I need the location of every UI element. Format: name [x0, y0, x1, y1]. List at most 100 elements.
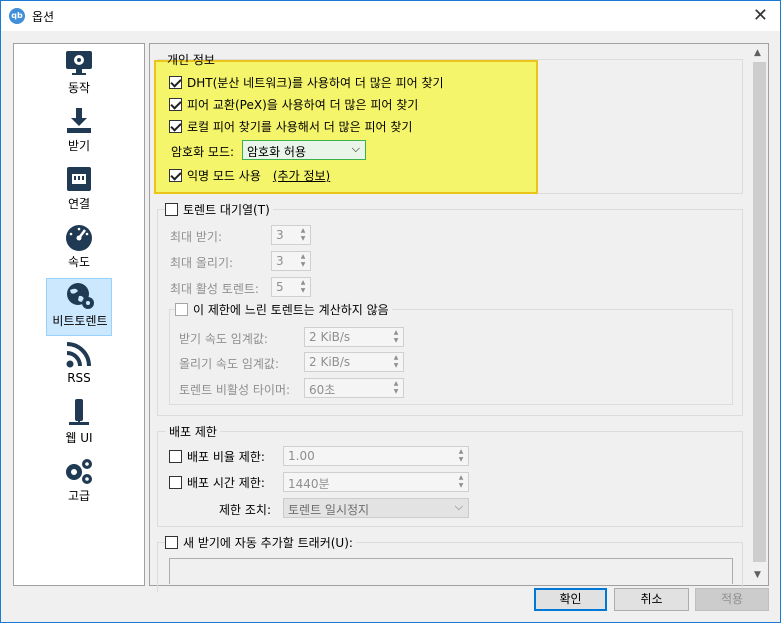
- sidebar-item-label: 속도: [67, 255, 91, 269]
- checkbox-box[interactable]: [169, 169, 182, 182]
- spin-arrows-icon[interactable]: ▲ ▼: [456, 474, 466, 490]
- trackers-textarea[interactable]: [169, 558, 733, 584]
- sidebar-item-downloads[interactable]: 받기: [46, 104, 112, 162]
- network-port-icon: [67, 167, 91, 191]
- limit-action-select[interactable]: 토렌트 일시정지 ⌵: [283, 498, 469, 518]
- seeding-limits-title: 배포 제한: [166, 423, 220, 440]
- dht-label: DHT(분산 네트워크)를 사용하여 더 많은 피어 찾기: [187, 76, 444, 90]
- auto-trackers-label: 새 받기에 자동 추가할 트래커(U):: [183, 536, 353, 550]
- sidebar-item-label: 웹 UI: [65, 431, 93, 445]
- encryption-mode-value: 암호화 허용: [247, 145, 307, 159]
- sidebar-item-speed[interactable]: 속도: [46, 220, 112, 278]
- rss-icon: [66, 342, 91, 368]
- download-threshold-label: 받기 속도 임계값:: [179, 332, 268, 346]
- checkbox-box[interactable]: [169, 120, 182, 133]
- pex-label: 피어 교환(PeX)을 사용하여 더 많은 피어 찾기: [187, 98, 419, 112]
- ratio-limit-value: 1.00: [288, 449, 315, 463]
- time-limit-label: 배포 시간 제한:: [187, 476, 265, 490]
- checkbox-box[interactable]: [165, 203, 178, 216]
- max-uploads-spinbox[interactable]: 3 ▲ ▼: [271, 251, 311, 271]
- checkbox-box[interactable]: [175, 303, 188, 316]
- sidebar-item-connection[interactable]: 연결: [46, 162, 112, 220]
- monitor-gear-icon: [66, 51, 92, 75]
- sidebar-item-bittorrent[interactable]: 비트토렌트: [46, 278, 112, 336]
- options-window: qb 옵션 ✕ 동작 받기 연결 속도 비트토렌트 RSS 웹 UI 고급 ▲ …: [0, 0, 781, 623]
- chevron-down-icon: ⌵: [351, 142, 360, 155]
- checkbox-box[interactable]: [165, 536, 178, 549]
- ratio-limit-checkbox[interactable]: 배포 비율 제한:: [169, 448, 265, 465]
- speedometer-icon: [66, 225, 92, 251]
- encryption-mode-label: 암호화 모드:: [171, 145, 235, 159]
- web-ui-icon: [69, 399, 89, 425]
- sidebar-item-label: RSS: [67, 371, 91, 385]
- spin-arrows-icon[interactable]: ▲ ▼: [391, 329, 401, 345]
- title-bar: qb 옵션 ✕: [1, 1, 780, 31]
- lsd-checkbox[interactable]: 로컬 피어 찾기를 사용해서 더 많은 피어 찾기: [169, 118, 412, 135]
- dht-checkbox[interactable]: DHT(분산 네트워크)를 사용하여 더 많은 피어 찾기: [169, 74, 444, 91]
- ratio-limit-spinbox[interactable]: 1.00 ▲ ▼: [283, 446, 469, 466]
- auto-trackers-checkbox[interactable]: 새 받기에 자동 추가할 트래커(U):: [165, 534, 356, 551]
- spin-arrows-icon[interactable]: ▲ ▼: [298, 279, 308, 295]
- ok-button[interactable]: 확인: [534, 588, 607, 611]
- max-uploads-value: 3: [276, 254, 284, 268]
- sidebar-item-label: 받기: [67, 139, 91, 153]
- window-title: 옵션: [32, 10, 55, 24]
- more-info-link[interactable]: (추가 정보): [273, 167, 330, 184]
- pex-checkbox[interactable]: 피어 교환(PeX)을 사용하여 더 많은 피어 찾기: [169, 96, 418, 113]
- sidebar-item-label: 고급: [67, 489, 91, 503]
- chevron-down-icon[interactable]: ▼: [754, 570, 761, 580]
- download-icon: [67, 108, 91, 133]
- upload-threshold-label: 올리기 속도 임계값:: [179, 357, 279, 371]
- limit-action-label: 제한 조치:: [219, 503, 272, 517]
- sidebar-item-web-ui[interactable]: 웹 UI: [46, 396, 112, 454]
- checkbox-box[interactable]: [169, 76, 182, 89]
- vertical-scrollbar[interactable]: ▲ ▼: [751, 44, 768, 585]
- max-downloads-value: 3: [276, 228, 284, 242]
- max-uploads-label: 최대 올리기:: [170, 256, 234, 270]
- time-limit-spinbox[interactable]: 1440분 ▲ ▼: [283, 472, 469, 492]
- download-threshold-spinbox[interactable]: 2 KiB/s ▲ ▼: [304, 327, 404, 347]
- slow-torrents-checkbox[interactable]: 이 제한에 느린 토렌트는 계산하지 않음: [175, 301, 392, 318]
- anonymous-mode-label: 익명 모드 사용: [187, 169, 261, 183]
- app-icon: qb: [9, 8, 25, 24]
- apply-button[interactable]: 적용: [695, 588, 769, 611]
- checkbox-box[interactable]: [169, 476, 182, 489]
- sidebar-item-behavior[interactable]: 동작: [46, 46, 112, 104]
- sidebar-item-advanced[interactable]: 고급: [46, 454, 112, 512]
- spin-arrows-icon[interactable]: ▲ ▼: [391, 380, 401, 396]
- upload-threshold-spinbox[interactable]: 2 KiB/s ▲ ▼: [304, 352, 404, 372]
- ratio-limit-label: 배포 비율 제한:: [187, 450, 265, 464]
- cancel-button[interactable]: 취소: [614, 588, 689, 611]
- sidebar-item-rss[interactable]: RSS: [46, 338, 112, 396]
- globe-gear-icon: [67, 283, 94, 309]
- spin-arrows-icon[interactable]: ▲ ▼: [298, 253, 308, 269]
- close-icon[interactable]: ✕: [753, 5, 768, 26]
- encryption-mode-select[interactable]: 암호화 허용 ⌵: [242, 140, 366, 160]
- sidebar-item-label: 연결: [67, 197, 91, 211]
- time-limit-checkbox[interactable]: 배포 시간 제한:: [169, 474, 265, 491]
- lsd-label: 로컬 피어 찾기를 사용해서 더 많은 피어 찾기: [187, 120, 413, 134]
- checkbox-box[interactable]: [169, 450, 182, 463]
- checkbox-box[interactable]: [169, 98, 182, 111]
- sidebar-item-label: 동작: [67, 81, 91, 95]
- spin-arrows-icon[interactable]: ▲ ▼: [456, 448, 466, 464]
- torrent-queue-checkbox[interactable]: 토렌트 대기열(T): [165, 201, 273, 218]
- gears-icon: [66, 459, 92, 484]
- anonymous-mode-checkbox[interactable]: 익명 모드 사용 (추가 정보): [169, 167, 330, 184]
- max-downloads-label: 최대 받기:: [170, 230, 223, 244]
- time-limit-value: 1440분: [288, 477, 330, 491]
- inactivity-timer-spinbox[interactable]: 60초 ▲ ▼: [304, 378, 404, 398]
- scrollbar-thumb[interactable]: [753, 62, 766, 562]
- inactivity-timer-value: 60초: [309, 383, 336, 397]
- chevron-down-icon: ⌵: [454, 500, 463, 513]
- max-downloads-spinbox[interactable]: 3 ▲ ▼: [271, 225, 311, 245]
- privacy-group-title: 개인 정보: [167, 53, 215, 67]
- spin-arrows-icon[interactable]: ▲ ▼: [391, 354, 401, 370]
- spin-arrows-icon[interactable]: ▲ ▼: [298, 227, 308, 243]
- max-active-value: 5: [276, 280, 284, 294]
- category-sidebar: 동작 받기 연결 속도 비트토렌트 RSS 웹 UI 고급: [13, 43, 145, 586]
- torrent-queue-label: 토렌트 대기열(T): [183, 203, 270, 217]
- chevron-up-icon[interactable]: ▲: [754, 48, 761, 58]
- max-active-spinbox[interactable]: 5 ▲ ▼: [271, 277, 311, 297]
- slow-torrents-label: 이 제한에 느린 토렌트는 계산하지 않음: [193, 303, 389, 317]
